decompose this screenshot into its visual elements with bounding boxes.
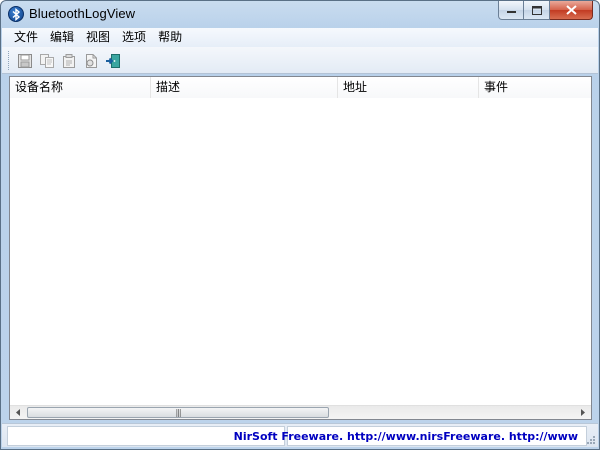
chevron-left-icon xyxy=(16,409,20,416)
maximize-button[interactable] xyxy=(524,1,550,20)
status-bar: NirSoft Freeware. http://www.nirsFreewar… xyxy=(2,423,598,447)
maximize-icon xyxy=(531,5,542,15)
menu-view[interactable]: 视图 xyxy=(80,28,116,47)
minimize-icon xyxy=(506,11,516,13)
list-header: 设备名称 描述 地址 事件 xyxy=(10,77,591,98)
menu-options[interactable]: 选项 xyxy=(116,28,152,47)
html-report-button[interactable] xyxy=(81,51,101,70)
menu-edit[interactable]: 编辑 xyxy=(44,28,80,47)
properties-button[interactable] xyxy=(59,51,79,70)
column-header-event[interactable]: 事件 xyxy=(479,77,591,98)
exit-icon xyxy=(106,53,120,68)
title-bar[interactable]: BluetoothLogView xyxy=(1,1,599,28)
log-list-view[interactable]: 设备名称 描述 地址 事件 ||| xyxy=(9,76,592,420)
menu-bar: 文件 编辑 视图 选项 帮助 xyxy=(2,28,598,47)
exit-button[interactable] xyxy=(103,51,123,70)
caption-buttons xyxy=(498,1,593,20)
toolbar xyxy=(2,47,598,74)
column-header-address[interactable]: 地址 xyxy=(338,77,479,98)
chevron-right-icon xyxy=(581,409,585,416)
status-pane-right: NirSoft Freeware. http://www.nirsFreewar… xyxy=(234,426,587,446)
window-title: BluetoothLogView xyxy=(29,6,136,21)
list-body[interactable] xyxy=(10,98,591,405)
horizontal-scrollbar[interactable]: ||| xyxy=(10,405,591,419)
copy-button[interactable] xyxy=(37,51,57,70)
column-header-description[interactable]: 描述 xyxy=(151,77,338,98)
scrollbar-thumb[interactable]: ||| xyxy=(27,407,329,418)
properties-icon xyxy=(63,53,75,68)
toolbar-grip[interactable] xyxy=(8,51,10,70)
resize-grip-icon[interactable] xyxy=(586,435,596,445)
bluetooth-icon[interactable] xyxy=(8,6,24,22)
html-report-icon xyxy=(86,53,97,68)
scrollbar-grip-icon: ||| xyxy=(175,407,181,417)
close-icon xyxy=(565,5,577,15)
menu-help[interactable]: 帮助 xyxy=(152,28,188,47)
save-icon xyxy=(18,53,32,68)
scroll-right-button[interactable] xyxy=(575,406,591,419)
scroll-left-button[interactable] xyxy=(10,406,26,419)
column-header-device-name[interactable]: 设备名称 xyxy=(10,77,151,98)
menu-file[interactable]: 文件 xyxy=(8,28,44,47)
minimize-button[interactable] xyxy=(498,1,524,20)
copy-icon xyxy=(40,53,54,68)
nirsoft-link[interactable]: NirSoft Freeware. http://www.nirsFreewar… xyxy=(234,430,578,443)
application-window: BluetoothLogView 文件 编辑 视图 选项 帮助 设备名称 描述 … xyxy=(0,0,600,450)
close-button[interactable] xyxy=(550,1,593,20)
save-button[interactable] xyxy=(15,51,35,70)
